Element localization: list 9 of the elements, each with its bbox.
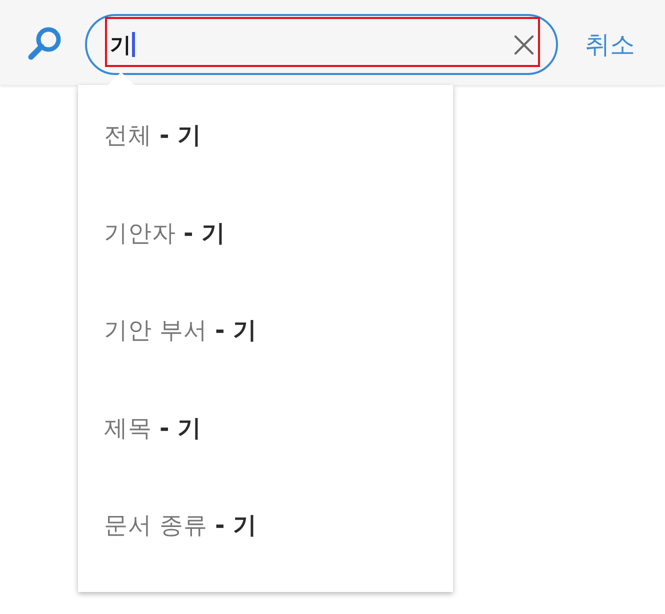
suggestion-item[interactable]: 문서 종류 - 기	[78, 477, 453, 574]
suggestion-item[interactable]: 전체 - 기	[78, 87, 453, 184]
clear-button[interactable]	[514, 34, 534, 54]
search-field[interactable]: 기	[85, 14, 558, 75]
suggestion-item[interactable]: 기안자 - 기	[78, 184, 453, 282]
search-icon[interactable]	[28, 26, 62, 60]
suggestion-item[interactable]: 제목 - 기	[78, 380, 453, 477]
suggestion-item[interactable]: 기안 부서 - 기	[78, 282, 453, 380]
close-icon	[514, 34, 534, 54]
